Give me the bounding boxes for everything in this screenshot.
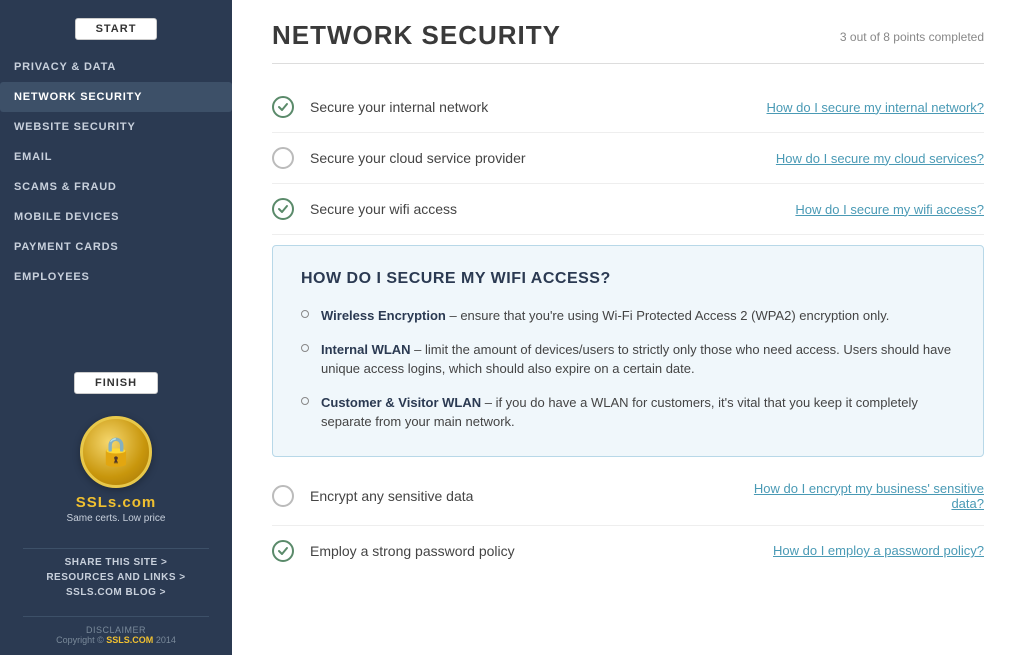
checked-icon [272,96,294,118]
finish-button[interactable]: FINISH [74,372,158,394]
checklist-link-cloud-service[interactable]: How do I secure my cloud services? [776,151,984,166]
sidebar-item-network-security[interactable]: NETWORK SECURITY [0,82,232,112]
panel-item-bold: Wireless Encryption [321,308,446,323]
unchecked-icon [272,147,294,169]
checklist-link-internal-network[interactable]: How do I secure my internal network? [767,100,984,115]
checklist-item-wifi-access: Secure your wifi access How do I secure m… [272,184,984,235]
checklist-label-password-policy: Employ a strong password policy [310,543,753,559]
sidebar-item-employees[interactable]: EMPLOYEES [0,262,232,292]
panel-item-1: Internal WLAN – limit the amount of devi… [301,340,955,379]
panel-item-0: Wireless Encryption – ensure that you're… [301,306,955,326]
logo-area: 🔒 SSLs.com Same certs. Low price [67,416,166,524]
lock-icon: 🔒 [99,438,134,466]
checklist-item-encrypt-data: Encrypt any sensitive data How do I encry… [272,467,984,526]
checklist-link-encrypt-data[interactable]: How do I encrypt my business' sensitived… [754,481,984,511]
link-line1[interactable]: How do I encrypt my business' sensitive [754,481,984,496]
expanded-panel-wifi-access: HOW DO I SECURE MY WIFI ACCESS? Wireless … [272,245,984,457]
main-content: NETWORK SECURITY 3 out of 8 points compl… [232,0,1024,655]
checklist-label-encrypt-data: Encrypt any sensitive data [310,488,734,504]
start-button[interactable]: START [75,18,158,40]
sidebar-item-privacy-data[interactable]: PRIVACY & DATA [0,52,232,82]
page-title: NETWORK SECURITY [272,20,561,51]
checklist-label-wifi-access: Secure your wifi access [310,201,775,217]
checklist-item-cloud-service: Secure your cloud service provider How do… [272,133,984,184]
checklist-link-password-policy[interactable]: How do I employ a password policy? [773,543,984,558]
panel-item-2: Customer & Visitor WLAN – if you do have… [301,393,955,432]
sidebar-item-mobile-devices[interactable]: MOBILE DEVICES [0,202,232,232]
disclaimer-label: DISCLAIMER [86,625,146,635]
checklist-item-password-policy: Employ a strong password policy How do I … [272,526,984,576]
panel-bullet-icon [301,397,309,405]
sidebar-item-email[interactable]: EMAIL [0,142,232,172]
panel-item-bold: Internal WLAN [321,342,411,357]
checklist-item-internal-network: Secure your internal network How do I sec… [272,82,984,133]
panel-title: HOW DO I SECURE MY WIFI ACCESS? [301,270,955,288]
header-divider [272,63,984,64]
sidebar-item-website-security[interactable]: WEBSITE SECURITY [0,112,232,142]
ssls-highlight: SSLS.COM [106,635,153,645]
page-header: NETWORK SECURITY 3 out of 8 points compl… [272,20,984,51]
panel-item-bold: Customer & Visitor WLAN [321,395,481,410]
checklist-label-cloud-service: Secure your cloud service provider [310,150,756,166]
sidebar-links: SHARE THIS SITE > RESOURCES AND LINKS > SS… [46,557,185,598]
sidebar-item-payment-cards[interactable]: PAYMENT CARDS [0,232,232,262]
checklist-container: Secure your internal network How do I sec… [272,82,984,576]
sidebar: START PRIVACY & DATANETWORK SECURITYWEBS… [0,0,232,655]
panel-item-text-2: Customer & Visitor WLAN – if you do have… [321,393,955,432]
logo-tagline: Same certs. Low price [67,513,166,524]
sidebar-divider [23,548,209,549]
copyright-text: Copyright © SSLS.COM 2014 [56,635,176,645]
sidebar-link-share[interactable]: SHARE THIS SITE > [65,557,168,568]
checked-icon [272,540,294,562]
panel-bullet-icon [301,310,309,318]
sidebar-link-blog[interactable]: SSLS.COM BLOG > [66,587,166,598]
sidebar-item-scams-fraud[interactable]: SCAMS & FRAUD [0,172,232,202]
panel-bullet-icon [301,344,309,352]
checklist-label-internal-network: Secure your internal network [310,99,747,115]
checklist-link-wifi-access[interactable]: How do I secure my wifi access? [795,202,984,217]
panel-item-text-0: Wireless Encryption – ensure that you're… [321,306,889,326]
logo-text: SSLs.com [76,494,157,511]
sidebar-divider2 [23,616,209,617]
panel-item-text-1: Internal WLAN – limit the amount of devi… [321,340,955,379]
progress-text: 3 out of 8 points completed [840,30,984,44]
sidebar-nav: PRIVACY & DATANETWORK SECURITYWEBSITE SE… [0,52,232,364]
sidebar-link-resources[interactable]: RESOURCES AND LINKS > [46,572,185,583]
checked-icon [272,198,294,220]
logo-icon: 🔒 [80,416,152,488]
link-line2[interactable]: data? [951,496,984,511]
unchecked-icon [272,485,294,507]
